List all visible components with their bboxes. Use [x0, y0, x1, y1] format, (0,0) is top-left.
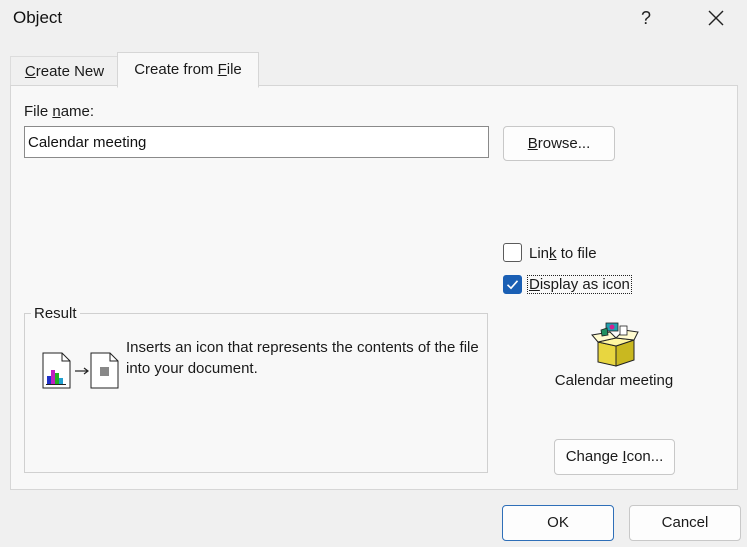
link-to-file-accesskey: k	[549, 245, 557, 262]
change-icon-button[interactable]: Change Icon...	[554, 439, 675, 475]
tab-create-new-accesskey: C	[24, 63, 36, 80]
cancel-button[interactable]: Cancel	[629, 505, 741, 541]
change-icon-label-post: con...	[626, 448, 664, 465]
result-illustration	[40, 350, 124, 396]
file-name-label-accesskey: n	[52, 103, 61, 120]
dialog-title: Object	[13, 8, 63, 27]
browse-label-post: rowse...	[537, 135, 591, 152]
tab-create-new[interactable]: Create New	[10, 56, 119, 87]
embed-icon-diagram-icon	[42, 352, 119, 389]
link-to-file-label[interactable]: Link to file	[529, 245, 597, 262]
browse-button[interactable]: Browse...	[503, 126, 615, 161]
link-to-file-label-pre: Lin	[529, 245, 550, 262]
link-to-file-checkbox[interactable]	[503, 243, 522, 262]
close-button[interactable]	[697, 4, 735, 32]
file-name-input[interactable]	[24, 126, 489, 158]
icon-caption: Calendar meeting	[554, 372, 674, 389]
tab-create-new-label-post: reate New	[35, 63, 105, 80]
tab-create-from-file-label-pre: Create from	[134, 61, 218, 78]
ok-button[interactable]: OK	[502, 505, 614, 541]
tab-create-from-file-label-post: ile	[226, 61, 242, 78]
close-icon	[708, 10, 724, 26]
link-to-file-label-post: to file	[556, 245, 597, 262]
browse-accesskey: B	[527, 135, 538, 152]
help-button[interactable]: ?	[630, 4, 662, 32]
display-as-icon-accesskey: D	[529, 276, 540, 293]
file-name-label: File name:	[24, 103, 94, 120]
checkmark-icon	[506, 280, 519, 290]
result-description: Inserts an icon that represents the cont…	[126, 339, 479, 377]
display-as-icon-label-post: isplay as icon	[539, 276, 630, 293]
tab-create-from-file[interactable]: Create from File	[117, 52, 259, 88]
result-legend: Result	[31, 305, 80, 322]
display-as-icon-label[interactable]: Display as icon	[527, 275, 632, 294]
icon-preview	[590, 320, 640, 372]
display-as-icon-checkbox[interactable]	[503, 275, 522, 294]
tab-create-from-file-accesskey: F	[217, 61, 227, 78]
file-name-label-post: ame:	[60, 103, 95, 120]
package-icon	[591, 322, 639, 367]
file-name-label-pre: File	[24, 103, 53, 120]
change-icon-label-pre: Change	[565, 448, 623, 465]
